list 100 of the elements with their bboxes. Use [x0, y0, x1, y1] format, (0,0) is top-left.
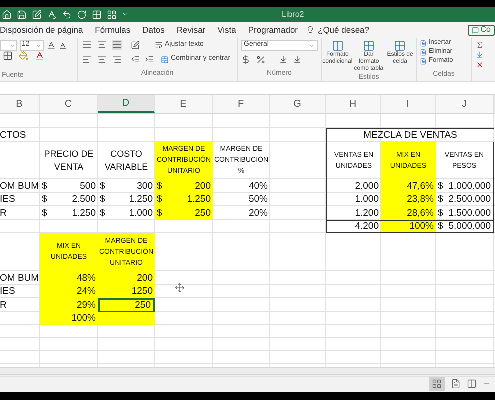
clear-icon[interactable] — [476, 61, 484, 69]
spellcheck-icon[interactable] — [47, 10, 57, 20]
column-header[interactable]: D — [98, 95, 155, 113]
comment-icon[interactable] — [472, 26, 479, 34]
increase-indent-icon[interactable] — [145, 55, 154, 64]
table-cell-text: 20% — [248, 206, 269, 220]
column-header[interactable]: B — [0, 95, 40, 113]
currency-symbol: $ — [438, 180, 444, 192]
ribbon-tab[interactable]: Revisar — [170, 22, 212, 38]
ribbon-tab[interactable]: Disposición de página — [0, 22, 90, 38]
table-cell-text: IES — [0, 285, 16, 298]
column-header[interactable]: E — [155, 95, 213, 113]
table-cell-text: CTOS — [0, 128, 28, 142]
ribbon-tab[interactable]: Vista — [212, 22, 242, 38]
layout-icon[interactable] — [107, 10, 117, 20]
borders-icon[interactable] — [3, 51, 13, 61]
column-header[interactable]: H — [326, 95, 381, 113]
move-cursor-icon — [175, 283, 185, 293]
merge-icon — [161, 56, 169, 64]
cell-value: 300 — [137, 180, 153, 192]
table-style-icon — [332, 40, 344, 52]
table-cell: 29% — [40, 298, 98, 313]
undo-icon[interactable] — [62, 10, 72, 20]
currency-symbol: $ — [100, 194, 106, 205]
sheet-icon — [420, 48, 427, 56]
sheet-icon — [420, 58, 427, 64]
save-icon[interactable] — [17, 10, 27, 20]
column-heading: COSTO VARIABLE — [104, 148, 150, 174]
sum-icon[interactable] — [476, 41, 484, 49]
fill-icon[interactable] — [476, 51, 484, 59]
table-cell: 24% — [40, 285, 98, 298]
cell-value: 1.250 — [187, 194, 211, 205]
tell-me-field[interactable]: ¿Qué desea? — [315, 24, 370, 36]
table-cell: 100% — [381, 220, 436, 233]
table-cell: 200 — [98, 271, 155, 285]
page-layout-icon[interactable] — [451, 378, 461, 388]
cell-value: 1.250 — [129, 194, 153, 205]
home-icon[interactable] — [2, 10, 12, 20]
align-middle-icon[interactable] — [97, 40, 107, 50]
currency-symbol: $ — [157, 208, 162, 218]
column-header[interactable]: J — [436, 95, 494, 113]
redo-icon[interactable] — [77, 10, 87, 20]
table-style-icon — [394, 40, 406, 52]
table-cell: 48% — [40, 271, 98, 285]
caret-icon — [10, 42, 16, 48]
table-cell: 1250 — [98, 285, 155, 298]
lightbulb-icon[interactable] — [306, 26, 315, 34]
align-left-icon[interactable] — [82, 54, 92, 64]
cell-value: 1.000 — [129, 208, 153, 218]
table-cell-text: 50% — [248, 193, 269, 206]
ribbon-tab[interactable]: Fórmulas — [89, 22, 137, 38]
wrap-text-icon — [155, 41, 163, 50]
currency-symbol: $ — [42, 208, 48, 218]
align-bottom-icon[interactable] — [112, 40, 122, 50]
ribbon-tab[interactable]: Datos — [136, 22, 171, 38]
caret-icon[interactable] — [122, 11, 129, 18]
currency-symbol: $ — [42, 180, 48, 192]
table-cell: 100% — [40, 312, 98, 325]
table-cell: 47,6% — [381, 179, 436, 193]
share-button[interactable]: Co — [468, 24, 495, 36]
table-cell-text: OM BUM — [0, 180, 40, 193]
table-cell-text: R — [0, 299, 8, 313]
edit-icon[interactable] — [32, 10, 42, 20]
currency-symbol: $ — [157, 180, 162, 192]
caret-icon — [309, 42, 315, 48]
fill-color-icon[interactable] — [19, 51, 29, 61]
column-header[interactable]: G — [270, 95, 326, 113]
cell-value: 200 — [195, 180, 211, 192]
ribbon-tab[interactable]: Programador — [242, 22, 304, 38]
table-cell-text: OM BUM — [0, 272, 40, 285]
orientation-icon[interactable] — [131, 40, 140, 50]
normal-view-icon[interactable] — [429, 376, 445, 390]
cell-value: 500 — [80, 180, 96, 192]
cell-value: 1.500.000 — [448, 208, 491, 218]
column-header[interactable]: F — [213, 95, 270, 113]
currency-icon[interactable] — [241, 54, 251, 65]
table-style-icon — [362, 40, 375, 52]
table-cell: 250 — [98, 298, 155, 313]
currency-symbol: $ — [100, 180, 106, 192]
page-break-icon[interactable] — [467, 378, 477, 388]
caret-icon — [36, 42, 42, 48]
grid-icon[interactable] — [92, 10, 102, 20]
decrease-indent-icon[interactable] — [131, 55, 140, 64]
cell-value: 2.500.000 — [448, 194, 491, 205]
cell-value: 1.250 — [72, 208, 96, 218]
currency-symbol: $ — [100, 208, 106, 218]
align-right-icon[interactable] — [112, 54, 122, 64]
table-cell-text: R — [0, 206, 8, 220]
align-top-icon[interactable] — [82, 40, 92, 50]
table-cell: 4.200 — [326, 220, 381, 233]
column-header[interactable]: I — [381, 95, 436, 113]
currency-symbol: $ — [438, 221, 444, 232]
cell-value: 5.000.000 — [448, 221, 491, 232]
align-center-icon[interactable] — [97, 54, 107, 64]
cell-value: 1.000.000 — [448, 180, 491, 192]
currency-symbol: $ — [438, 194, 444, 205]
cell-value: 250 — [195, 208, 211, 218]
percent-icon[interactable] — [256, 54, 266, 65]
font-color-icon[interactable] — [35, 51, 45, 61]
currency-symbol: $ — [42, 194, 48, 205]
